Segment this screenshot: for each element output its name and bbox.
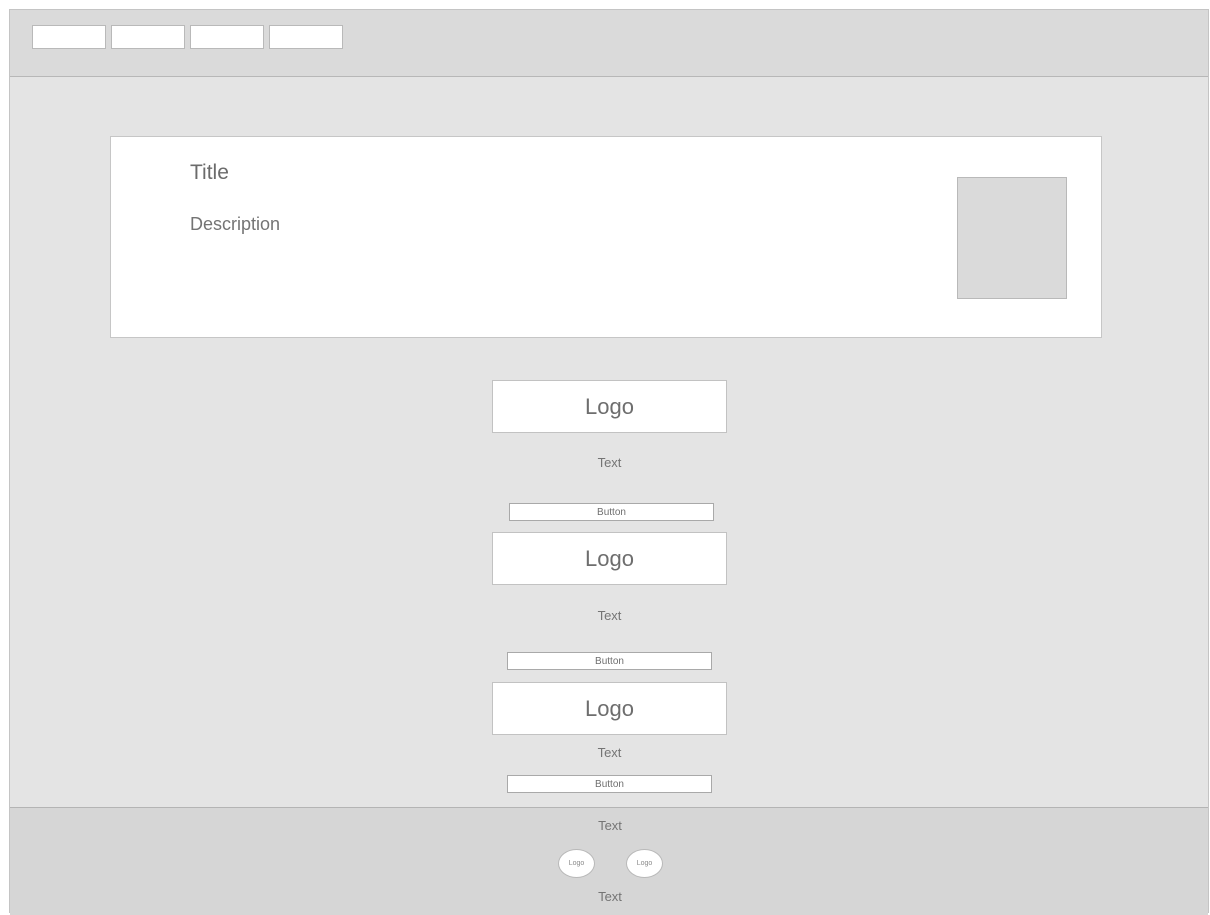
footer: Text Logo Logo Text	[10, 807, 1208, 915]
item-text-3: Text	[597, 745, 622, 760]
hero-description: Description	[190, 214, 281, 234]
footer-logo-2[interactable]: Logo	[626, 849, 663, 878]
footer-text-bottom: Text	[598, 889, 622, 904]
nav-tab-2[interactable]	[111, 25, 185, 49]
hero-card: Title Description	[110, 136, 1102, 338]
item-button-1[interactable]: Button	[509, 503, 714, 521]
item-logo-1: Logo	[492, 380, 727, 433]
footer-text-top: Text	[598, 818, 622, 833]
top-navigation-bar	[10, 10, 1208, 77]
item-button-3[interactable]: Button	[507, 775, 712, 793]
footer-logo-1[interactable]: Logo	[558, 849, 595, 878]
item-button-2[interactable]: Button	[507, 652, 712, 670]
nav-tab-3[interactable]	[190, 25, 264, 49]
hero-title: Title	[190, 161, 229, 184]
item-text-1: Text	[597, 455, 622, 470]
item-text-2: Text	[597, 608, 622, 623]
nav-tab-4[interactable]	[269, 25, 343, 49]
nav-tab-1[interactable]	[32, 25, 106, 49]
item-logo-3: Logo	[492, 682, 727, 735]
hero-image-placeholder	[957, 177, 1067, 299]
page-frame: Title Description Logo Text Button Logo …	[9, 9, 1209, 915]
item-logo-2: Logo	[492, 532, 727, 585]
